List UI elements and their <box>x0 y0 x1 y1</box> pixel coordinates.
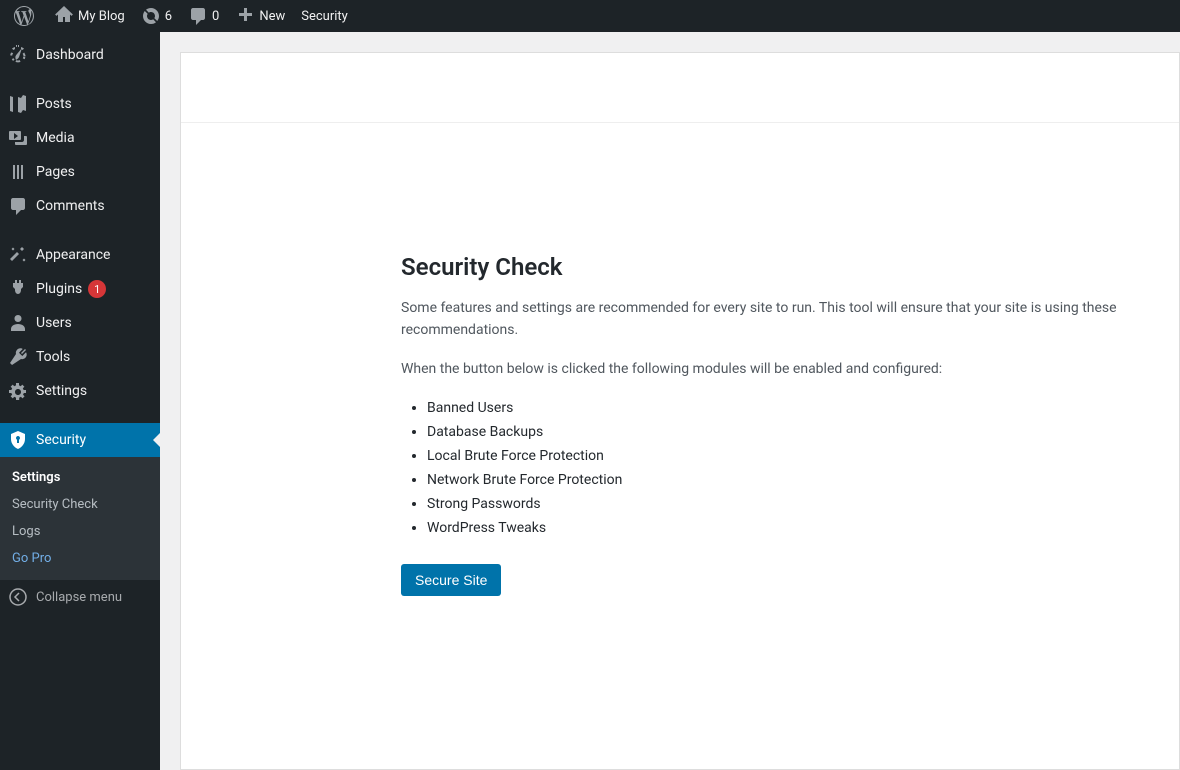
sidebar-item-tools[interactable]: Tools <box>0 340 160 374</box>
sidebar-collapse[interactable]: Collapse menu <box>0 580 160 614</box>
plugins-icon <box>8 279 28 299</box>
panel-description-1: Some features and settings are recommend… <box>401 297 1119 342</box>
sidebar-item-plugins[interactable]: Plugins 1 <box>0 272 160 306</box>
sidebar-dashboard-label: Dashboard <box>36 47 104 63</box>
appearance-icon <box>8 245 28 265</box>
submenu-security-check[interactable]: Security Check <box>0 491 160 518</box>
comment-icon <box>188 6 208 26</box>
module-item: Network Brute Force Protection <box>427 468 1119 492</box>
pages-icon <box>8 162 28 182</box>
plus-icon <box>235 6 255 26</box>
sidebar-item-posts[interactable]: Posts <box>0 87 160 121</box>
home-icon <box>54 6 74 26</box>
comments-icon <box>8 196 28 216</box>
panel-header <box>181 53 1179 123</box>
sidebar-item-comments[interactable]: Comments <box>0 189 160 223</box>
users-icon <box>8 313 28 333</box>
sidebar-comments-label: Comments <box>36 198 105 214</box>
module-item: Banned Users <box>427 396 1119 420</box>
module-item: Strong Passwords <box>427 492 1119 516</box>
content-wrap: Security Check Some features and setting… <box>160 32 1180 770</box>
sidebar-item-users[interactable]: Users <box>0 306 160 340</box>
admin-sidebar: Dashboard Posts Media Pages Comments App… <box>0 32 160 770</box>
updates-icon <box>141 6 161 26</box>
submenu-go-pro[interactable]: Go Pro <box>0 545 160 572</box>
modules-list: Banned Users Database Backups Local Brut… <box>427 396 1119 540</box>
adminbar-updates-count: 6 <box>165 9 172 24</box>
sidebar-security-label: Security <box>36 432 86 448</box>
sidebar-users-label: Users <box>36 315 72 331</box>
submenu-settings[interactable]: Settings <box>0 464 160 491</box>
dashboard-icon <box>8 45 28 65</box>
sidebar-pages-label: Pages <box>36 164 75 180</box>
sidebar-item-dashboard[interactable]: Dashboard <box>0 38 160 72</box>
submenu-logs[interactable]: Logs <box>0 518 160 545</box>
adminbar-updates[interactable]: 6 <box>133 0 180 32</box>
security-submenu: Settings Security Check Logs Go Pro <box>0 457 160 580</box>
adminbar-wp-logo[interactable] <box>6 0 46 32</box>
module-item: WordPress Tweaks <box>427 516 1119 540</box>
sidebar-item-pages[interactable]: Pages <box>0 155 160 189</box>
panel-description-2: When the button below is clicked the fol… <box>401 358 1119 380</box>
plugins-update-badge: 1 <box>88 280 106 298</box>
media-icon <box>8 128 28 148</box>
sidebar-item-appearance[interactable]: Appearance <box>0 238 160 272</box>
adminbar-comments[interactable]: 0 <box>180 0 227 32</box>
sidebar-item-media[interactable]: Media <box>0 121 160 155</box>
adminbar-comments-count: 0 <box>212 9 219 24</box>
adminbar-site-name-label: My Blog <box>78 9 125 24</box>
admin-toolbar: My Blog 6 0 New Security <box>0 0 1180 32</box>
sidebar-posts-label: Posts <box>36 96 72 112</box>
posts-icon <box>8 94 28 114</box>
settings-icon <box>8 381 28 401</box>
secure-site-button[interactable]: Secure Site <box>401 564 501 596</box>
sidebar-item-settings[interactable]: Settings <box>0 374 160 408</box>
adminbar-new-label: New <box>259 9 285 24</box>
tools-icon <box>8 347 28 367</box>
adminbar-security[interactable]: Security <box>293 0 356 32</box>
adminbar-site-name[interactable]: My Blog <box>46 0 133 32</box>
sidebar-item-security[interactable]: Security <box>0 423 160 457</box>
wordpress-logo-icon <box>14 6 34 26</box>
module-item: Local Brute Force Protection <box>427 444 1119 468</box>
panel-body: Security Check Some features and setting… <box>181 123 1179 636</box>
sidebar-settings-label: Settings <box>36 383 87 399</box>
module-item: Database Backups <box>427 420 1119 444</box>
sidebar-tools-label: Tools <box>36 349 70 365</box>
shield-icon <box>8 430 28 450</box>
page-title: Security Check <box>401 253 1119 281</box>
collapse-icon <box>8 587 28 607</box>
sidebar-media-label: Media <box>36 130 75 146</box>
sidebar-plugins-label: Plugins <box>36 281 82 297</box>
sidebar-collapse-label: Collapse menu <box>36 590 122 605</box>
adminbar-new[interactable]: New <box>227 0 293 32</box>
adminbar-security-label: Security <box>301 9 348 24</box>
security-panel: Security Check Some features and setting… <box>180 52 1180 770</box>
sidebar-appearance-label: Appearance <box>36 247 110 263</box>
